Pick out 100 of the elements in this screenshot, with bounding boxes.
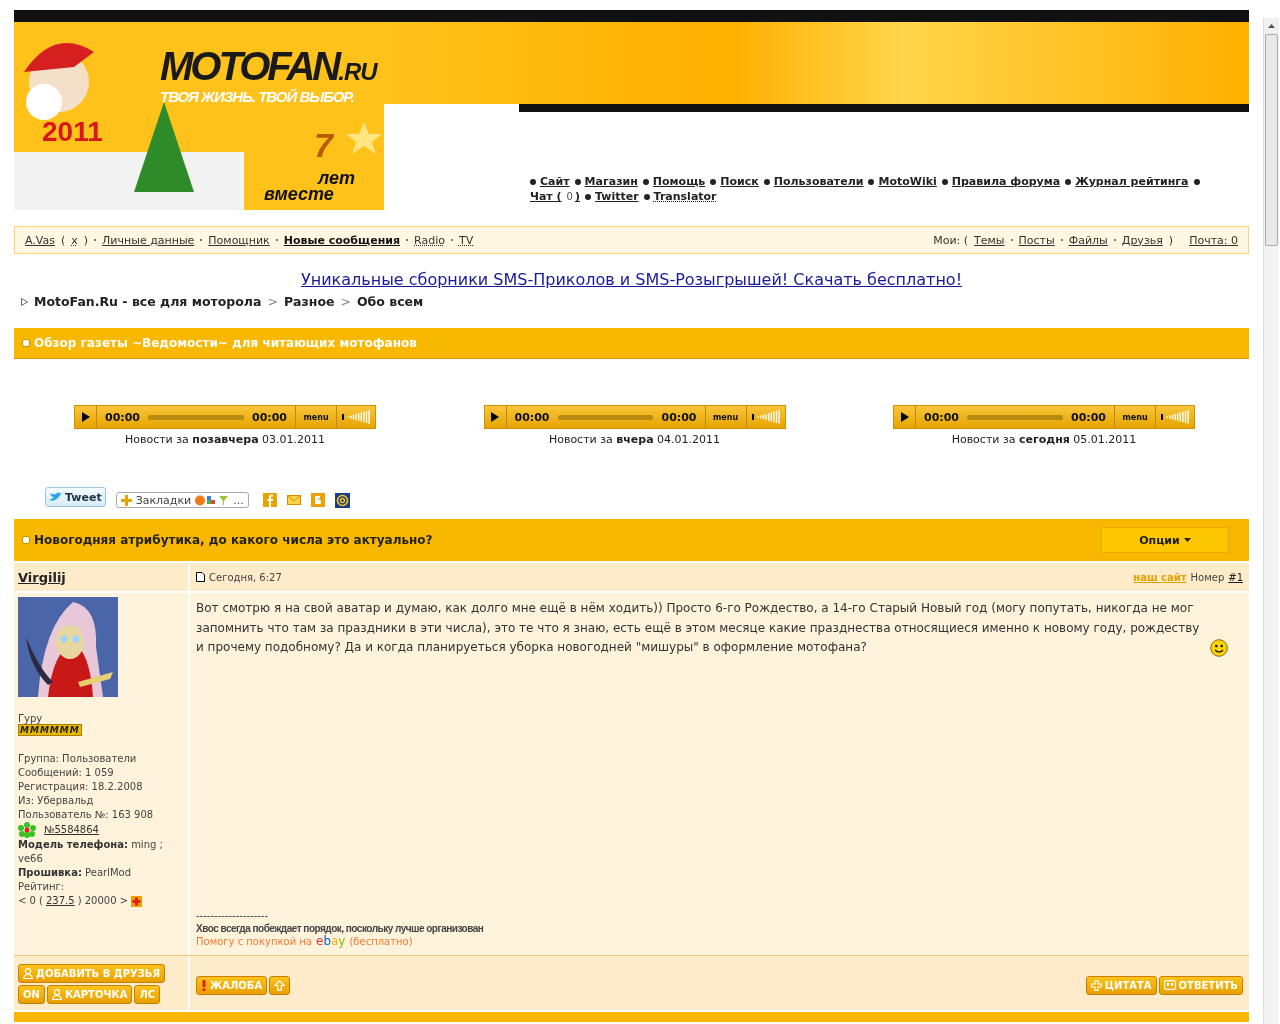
profile-detail: Прошивка: PearlMod — [18, 866, 132, 880]
logo: MOTOFAN.RU — [160, 44, 377, 88]
menu-button[interactable]: menu — [295, 406, 337, 428]
rank-pips: MMMMMM — [18, 724, 82, 736]
elapsed-time: 00:00 — [104, 410, 141, 424]
breadcrumb-link[interactable]: MotoFan.Ru - все для моторола — [34, 294, 262, 309]
profile-detail: Из: Убервальд — [18, 794, 95, 808]
my-link[interactable]: Посты — [1018, 233, 1055, 247]
bullet-icon — [574, 178, 581, 185]
chat-count: 0 — [566, 191, 573, 202]
player-caption: Новости за позавчера 03.01.2011 — [124, 433, 326, 446]
progress-track[interactable] — [148, 414, 244, 420]
bird-icon — [49, 492, 63, 502]
person-icon — [23, 968, 33, 979]
signature-rule: -------------------- — [196, 909, 270, 923]
nav-link[interactable]: Поиск — [720, 175, 759, 188]
progress-track[interactable] — [967, 414, 1063, 420]
nav-link[interactable]: Пользователи — [773, 175, 864, 188]
play-icon — [900, 412, 909, 422]
nav-link[interactable]: Translator — [653, 190, 717, 203]
player-caption: Новости за сегодня 05.01.2011 — [951, 433, 1137, 446]
bullet-icon — [763, 178, 770, 185]
total-time: 00:00 — [1070, 410, 1107, 424]
post-date: Сегодня, 6:27 — [209, 571, 282, 583]
nav-link[interactable]: Магазин — [584, 175, 638, 188]
bracket: ) — [83, 233, 89, 247]
my-link[interactable]: Файлы — [1068, 233, 1108, 247]
mail-icon[interactable] — [286, 494, 301, 506]
brand-link[interactable]: ebay — [316, 934, 346, 949]
bracket: ( — [61, 233, 66, 247]
user-link[interactable]: A.Vas — [25, 233, 55, 247]
quote-marks-icon — [1163, 980, 1176, 990]
scroll-top-button[interactable] — [269, 975, 291, 995]
volume-icon[interactable] — [1161, 410, 1189, 424]
plus-icon[interactable] — [131, 895, 143, 907]
nav-link[interactable]: Сайт — [540, 175, 570, 188]
elapsed-time: 00:00 — [513, 410, 551, 424]
tweet-button[interactable]: Tweet — [45, 487, 106, 507]
profile-detail: Пользователь №: 163 908 — [18, 808, 155, 822]
logout-link[interactable]: x — [71, 233, 78, 247]
bracket: ) — [1168, 233, 1174, 247]
bullet-icon — [710, 178, 717, 185]
rank-title: Гуру — [18, 713, 44, 724]
nav-link[interactable]: MotoWiki — [878, 175, 937, 188]
nav-link[interactable]: Журнал рейтинга — [1075, 175, 1189, 188]
author-link[interactable]: Virgilij — [18, 569, 66, 585]
my-label: Мои: ( — [933, 233, 969, 247]
user-menu-link[interactable]: Новые сообщения — [283, 233, 400, 247]
topic-icon — [22, 339, 30, 347]
profile-detail: Сообщений: 1 059 — [18, 766, 115, 780]
rating-range: < 0 ( — [18, 894, 43, 908]
topic-icon — [22, 536, 30, 544]
total-time: 00:00 — [251, 410, 288, 424]
breadcrumb-link[interactable]: Обо всем — [356, 294, 424, 309]
my-link[interactable]: Друзья — [1121, 233, 1163, 247]
plus-icon — [120, 494, 132, 506]
triangle-icon — [21, 297, 28, 306]
nav-link[interactable]: Twitter — [594, 190, 639, 203]
document-icon — [196, 572, 205, 582]
smiley-icon — [1210, 638, 1228, 657]
user-menu-link[interactable]: Личные данные — [102, 233, 195, 247]
rating-range: ) 20000 > — [77, 894, 129, 908]
elapsed-time: 00:00 — [923, 410, 960, 424]
bullet-icon — [530, 178, 536, 185]
plus-icon — [1090, 979, 1102, 991]
signature-text: (бесплатно) — [349, 935, 413, 949]
up-arrow-icon — [274, 979, 286, 991]
bookmarks-button[interactable]: Закладки ... — [115, 492, 249, 508]
volume-icon[interactable] — [342, 410, 370, 424]
person-icon — [51, 989, 62, 1000]
nav-link[interactable]: Чат ( — [530, 190, 562, 203]
nav-link[interactable]: ) — [574, 190, 580, 203]
breadcrumb-separator: > — [340, 294, 351, 309]
menu-button[interactable]: menu — [1114, 406, 1156, 428]
nav-link[interactable]: Помощь — [652, 175, 706, 188]
profile-detail: Регистрация: 18.2.2008 — [18, 780, 144, 794]
player-caption: Новости за вчера 04.01.2011 — [548, 433, 721, 446]
options-button[interactable]: Опции — [1101, 527, 1229, 553]
volume-icon[interactable] — [751, 410, 780, 424]
bookmark-services-icon — [195, 494, 230, 506]
scroll-thumb[interactable] — [1265, 34, 1278, 246]
breadcrumb-link[interactable]: Разное — [283, 294, 335, 309]
icq-link[interactable]: №5584864 — [44, 823, 99, 837]
at-sign-icon[interactable] — [334, 492, 350, 508]
menu-button[interactable]: menu — [704, 406, 747, 428]
anniversary-number: 7 — [314, 126, 333, 165]
progress-track[interactable] — [557, 414, 654, 420]
user-menu-link[interactable]: Помощник — [208, 233, 270, 247]
nav-link[interactable]: Правила форума — [951, 175, 1061, 188]
user-menu-link[interactable]: Radio — [414, 233, 445, 247]
signature-text: Помогу с покупкой на — [196, 936, 312, 949]
user-menu-link[interactable]: TV — [458, 233, 474, 247]
mail-link[interactable]: Почта: 0 — [1189, 233, 1238, 247]
my-link[interactable]: Темы — [974, 233, 1005, 247]
ad-link[interactable]: Уникальные сборники SMS-Приколов и SMS-Розыгрышей! Скачать бесплатно! — [300, 270, 963, 289]
post-number-link[interactable]: #1 — [1228, 571, 1243, 583]
rating-link[interactable]: 237.5 — [46, 894, 75, 908]
bullet-icon — [1065, 178, 1072, 185]
flower-icon — [18, 822, 36, 838]
caret-icon — [1183, 538, 1191, 542]
